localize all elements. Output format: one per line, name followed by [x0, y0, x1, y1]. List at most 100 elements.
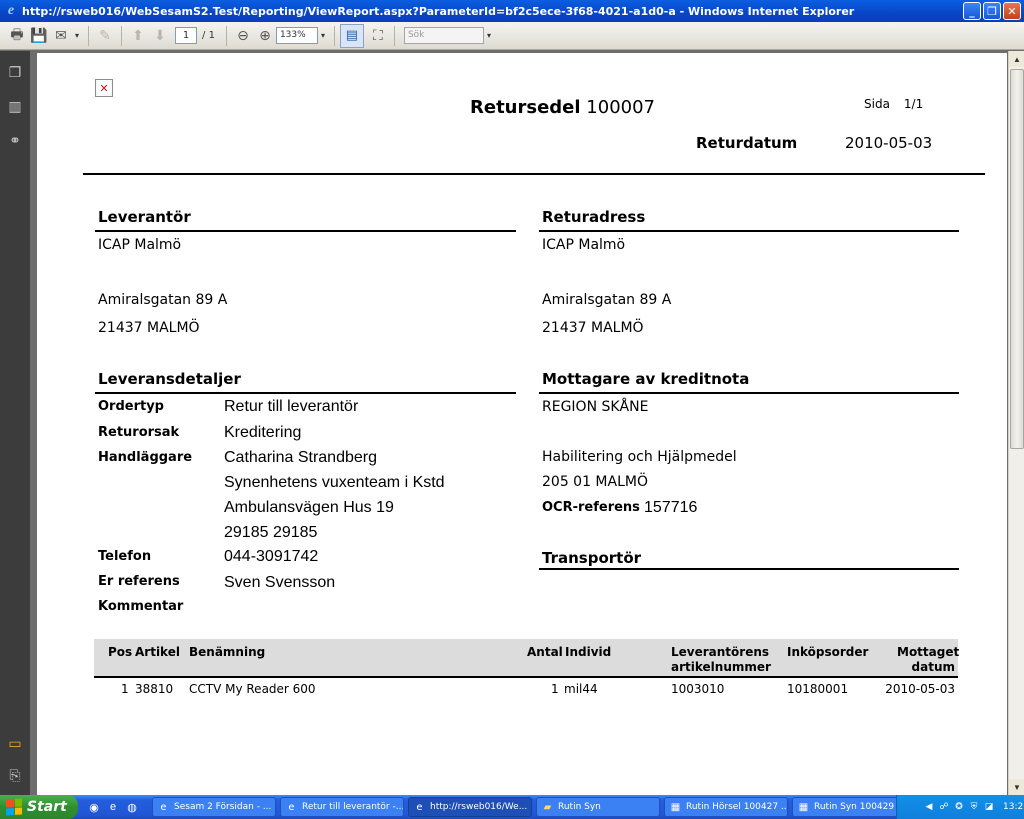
ocr-label: OCR-referens: [542, 500, 640, 515]
transportor-heading: Transportör: [542, 549, 642, 567]
col-benamning: Benämning: [189, 645, 266, 659]
close-button[interactable]: ✕: [1003, 2, 1021, 20]
col-lev-art: Leverantörens artikelnummer: [671, 645, 771, 674]
search-dropdown-icon[interactable]: ▾: [487, 31, 491, 40]
restore-button[interactable]: ❐: [983, 2, 1001, 20]
returadress-postal: 21437 MALMÖ: [542, 320, 644, 336]
zoom-in-icon[interactable]: ⊕: [254, 25, 276, 47]
pages-icon[interactable]: ❐: [6, 63, 24, 81]
navigation-pane: ❐ ▥ ⚭ ▭ ⎘: [0, 51, 30, 795]
row-artikel: 38810: [135, 682, 174, 696]
tray-arrow-icon[interactable]: ◀: [923, 801, 935, 813]
handlaggare-name: Catharina Strandberg: [224, 449, 377, 466]
row-antal: 1: [551, 682, 559, 696]
row-mottaget: 2010-05-03: [885, 682, 955, 696]
telefon-value: 044-3091742: [224, 548, 319, 565]
er-referens-value: Sven Svensson: [224, 574, 336, 591]
print-icon[interactable]: 🖶: [6, 25, 28, 47]
page-label: Sida: [864, 97, 890, 111]
task-rutin-syn-folder[interactable]: ▰ Rutin Syn: [536, 797, 660, 817]
next-page-icon[interactable]: ⬇: [149, 25, 171, 47]
kommentar-label: Kommentar: [98, 599, 184, 614]
taskbar: Start ◉ e ◍ e Sesam 2 Försidan - ... e R…: [0, 795, 1024, 819]
fit-page-icon[interactable]: ▤: [339, 23, 364, 48]
comments-icon[interactable]: ▭: [6, 734, 24, 752]
quick-launch: ◉ e ◍: [86, 799, 140, 815]
page-value: 1/1: [903, 97, 924, 111]
share-icon[interactable]: ✉: [50, 25, 72, 47]
handlaggare-postal: 29185 29185: [224, 524, 318, 541]
scroll-up-icon[interactable]: ▲: [1009, 51, 1024, 67]
col-individ: Individ: [565, 645, 612, 659]
ordertyp-value: Retur till leverantör: [224, 398, 359, 415]
previous-page-icon[interactable]: ⬆: [127, 25, 149, 47]
broken-image-icon: ✕: [95, 79, 113, 97]
ie-quicklaunch-icon[interactable]: e: [105, 799, 121, 815]
fit-width-icon[interactable]: ⛶: [367, 25, 389, 47]
task-rutin-horsel[interactable]: ▦ Rutin Hörsel 100427 ...: [664, 797, 788, 817]
ordertyp-label: Ordertyp: [98, 399, 164, 414]
tray-security-icon[interactable]: ✪: [953, 801, 965, 813]
header-divider: [83, 173, 985, 175]
col-pos: Pos: [108, 645, 133, 659]
comment-icon[interactable]: ✎: [94, 25, 116, 47]
row-inkopsorder: 10180001: [787, 682, 849, 696]
mottagare-heading: Mottagare av kreditnota: [542, 370, 750, 388]
leverantor-heading: Leverantör: [98, 208, 191, 226]
handlaggare-address: Ambulansvägen Hus 19: [224, 499, 394, 516]
leverantor-postal: 21437 MALMÖ: [98, 320, 200, 336]
bookmarks-icon[interactable]: ▥: [6, 97, 24, 115]
tray-shield-icon[interactable]: ⛨: [968, 801, 980, 813]
returorsak-label: Returorsak: [98, 425, 180, 440]
task-retur[interactable]: e Retur till leverantör -...: [280, 797, 404, 817]
clock[interactable]: 13:27: [1003, 802, 1024, 812]
search-binoculars-icon[interactable]: ⚭: [6, 131, 24, 149]
page-title: Retursedel 100007: [470, 97, 655, 118]
task-rutin-syn[interactable]: ▦ Rutin Syn 100429 - ...: [792, 797, 908, 817]
ie-icon: e: [7, 3, 15, 18]
doc-title-label: Retursedel: [470, 97, 581, 118]
handlaggare-team: Synenhetens vuxenteam i Kstd: [224, 474, 445, 491]
col-antal: Antal: [527, 645, 563, 659]
zoom-dropdown-icon[interactable]: ▾: [321, 31, 325, 40]
app-quicklaunch-icon[interactable]: ◍: [124, 799, 140, 815]
scroll-thumb[interactable]: [1010, 69, 1024, 449]
start-label: Start: [27, 799, 67, 815]
row-benamning: CCTV My Reader 600: [189, 682, 316, 696]
col-mottaget: Mottaget datum: [897, 645, 960, 674]
ocr-value: 157716: [644, 499, 698, 516]
tray-volume-icon[interactable]: ◪: [983, 801, 995, 813]
chevron-down-icon[interactable]: ▾: [75, 31, 79, 40]
search-input[interactable]: Sök: [403, 27, 484, 44]
ie-icon: e: [160, 801, 167, 813]
page-number-input[interactable]: 1: [175, 27, 198, 44]
task-sesam-forsidan[interactable]: e Sesam 2 Försidan - ...: [152, 797, 276, 817]
window-titlebar[interactable]: e http://rsweb016/WebSesamS2.Test/Report…: [0, 0, 1024, 22]
zoom-out-icon[interactable]: ⊖: [232, 25, 254, 47]
task-rsweb[interactable]: e http://rsweb016/We...: [408, 797, 532, 817]
scroll-down-icon[interactable]: ▼: [1009, 779, 1024, 795]
returdatum-value: 2010-05-03: [845, 134, 933, 152]
doc-number: 100007: [586, 97, 656, 118]
zoom-select[interactable]: 133%: [275, 27, 318, 44]
returadress-address: Amiralsgatan 89 A: [542, 292, 672, 308]
pdf-toolbar: 🖶 💾 ✉ ▾ ✎ ⬆ ⬇ 1 / 1 ⊖ ⊕ 133% ▾ ▤ ⛶ Sök ▾: [0, 22, 1024, 50]
row-pos: 1: [121, 682, 129, 696]
minimize-button[interactable]: _: [963, 2, 981, 20]
attachments-icon[interactable]: ⎘: [6, 766, 24, 784]
col-inkopsorder: Inköpsorder: [787, 645, 869, 659]
handlaggare-label: Handläggare: [98, 450, 193, 465]
er-referens-label: Er referens: [98, 574, 180, 589]
system-tray: ◀ ☍ ✪ ⛨ ◪ 13:27: [896, 795, 1024, 819]
ie-icon: e: [288, 801, 295, 813]
save-icon[interactable]: 💾: [28, 25, 50, 47]
returadress-heading: Returadress: [542, 208, 646, 226]
ie-icon: e: [416, 801, 423, 813]
outlook-icon[interactable]: ◉: [86, 799, 102, 815]
document-page: ✕ Retursedel 100007 Sida 1/1 Returdatum 2…: [37, 53, 1007, 795]
mottagare-org: REGION SKÅNE: [542, 399, 649, 415]
start-button[interactable]: Start: [0, 795, 78, 819]
document-icon: ▦: [670, 801, 681, 813]
vertical-scrollbar[interactable]: ▲ ▼: [1008, 51, 1024, 795]
tray-network-icon[interactable]: ☍: [938, 801, 950, 813]
